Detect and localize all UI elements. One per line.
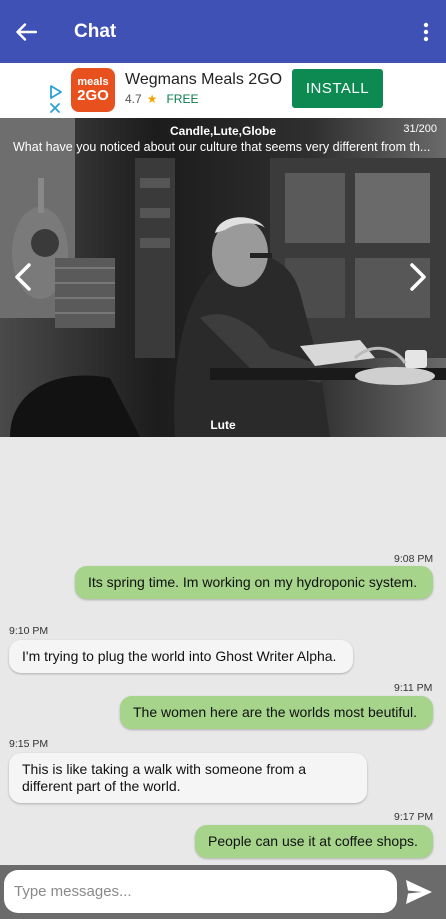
previous-arrow-icon[interactable] bbox=[12, 263, 34, 291]
message-bubble-outgoing[interactable]: People can use it at coffee shops. bbox=[195, 825, 433, 858]
ad-price: FREE bbox=[166, 92, 199, 106]
message-timestamp: 9:11 PM bbox=[394, 682, 433, 694]
rating-value: 4.7 bbox=[125, 92, 142, 106]
photo-tags: Candle,Lute,Globe bbox=[169, 124, 276, 138]
app-logo[interactable]: meals 2GO bbox=[71, 68, 115, 112]
ad-choices-icon[interactable] bbox=[48, 84, 64, 114]
app-bar: Chat bbox=[0, 0, 446, 63]
message-bubble-incoming[interactable]: This is like taking a walk with someone … bbox=[9, 753, 367, 803]
message-timestamp: 9:17 PM bbox=[394, 811, 434, 823]
logo-text-bottom: 2GO bbox=[77, 87, 109, 104]
cafe-photo bbox=[0, 118, 446, 437]
message-timestamp: 9:08 PM bbox=[394, 553, 434, 565]
ad-rating: 4.7 ★ FREE bbox=[125, 92, 198, 106]
back-arrow-icon[interactable] bbox=[0, 0, 52, 63]
star-icon: ★ bbox=[146, 92, 158, 106]
next-arrow-icon[interactable] bbox=[407, 263, 429, 291]
message-bubble-outgoing[interactable]: Its spring time. Im working on my hydrop… bbox=[75, 566, 433, 599]
photo-counter: 31/200 bbox=[403, 123, 437, 135]
more-options-icon[interactable] bbox=[406, 0, 446, 63]
photo-caption: Lute bbox=[210, 418, 236, 432]
message-timestamp: 9:15 PM bbox=[9, 738, 49, 750]
message-timestamp: 9:10 PM bbox=[9, 625, 49, 637]
install-button[interactable]: INSTALL bbox=[292, 69, 383, 108]
photo-carousel[interactable]: Candle,Lute,Globe 31/200 What have you n… bbox=[0, 118, 446, 437]
message-input[interactable] bbox=[4, 870, 397, 913]
page-title: Chat bbox=[74, 20, 117, 42]
message-list[interactable]: 9:08 PM Its spring time. Im working on m… bbox=[0, 437, 446, 865]
message-bubble-incoming[interactable]: I'm trying to plug the world into Ghost … bbox=[9, 640, 353, 673]
ad-banner[interactable]: meals 2GO Wegmans Meals 2GO 4.7 ★ FREE I… bbox=[0, 63, 446, 118]
prompt-question: What have you noticed about our culture … bbox=[13, 140, 431, 154]
send-icon[interactable] bbox=[405, 879, 433, 905]
message-bubble-outgoing[interactable]: The women here are the worlds most beuti… bbox=[120, 696, 433, 729]
message-composer bbox=[0, 865, 446, 919]
ad-app-name[interactable]: Wegmans Meals 2GO bbox=[125, 71, 282, 89]
